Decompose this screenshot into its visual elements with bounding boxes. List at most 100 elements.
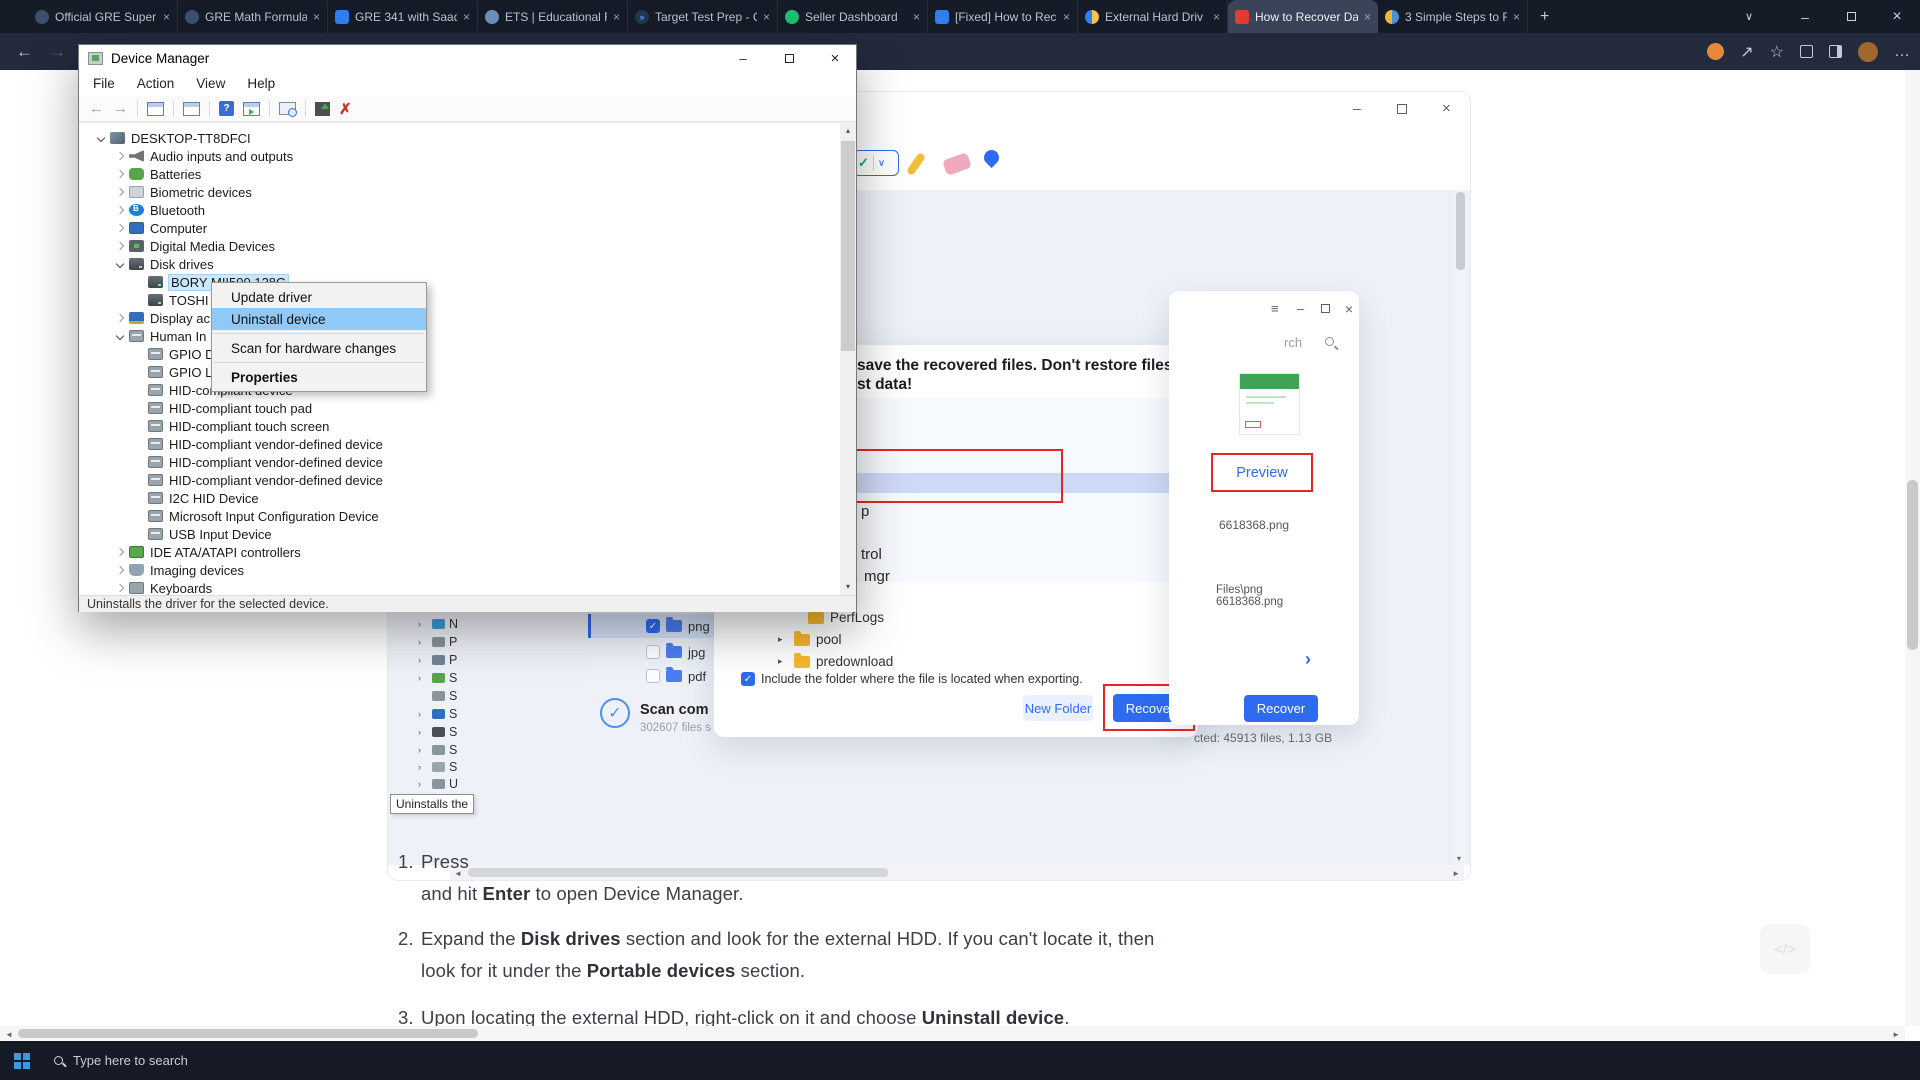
show-console-tree-icon[interactable] (147, 102, 164, 116)
settings-menu-icon[interactable]: … (1894, 43, 1910, 61)
annotation-check-button[interactable]: ✓ ∨ (853, 150, 899, 176)
tree-item-hid-vendor[interactable]: HID-compliant vendor-defined device (79, 435, 840, 453)
tree-item-digital-media[interactable]: Digital Media Devices (79, 237, 840, 255)
checkbox-checked-icon[interactable]: ✓ (646, 619, 660, 633)
page-horizontal-scrollbar[interactable]: ◄ ► (0, 1026, 1905, 1041)
tab-close-icon[interactable]: × (1063, 10, 1070, 24)
tab-external-hard-drive[interactable]: External Hard Driv× (1078, 0, 1228, 33)
checkbox-icon[interactable] (646, 645, 660, 659)
tab-close-icon[interactable]: × (313, 10, 320, 24)
close-icon[interactable]: × (1345, 301, 1353, 317)
folder-row[interactable]: ▸predownload (778, 654, 893, 669)
tree-item-hid-vendor[interactable]: HID-compliant vendor-defined device (79, 471, 840, 489)
forward-icon[interactable]: → (113, 100, 128, 117)
tab-target-test-prep[interactable]: »Target Test Prep - C× (628, 0, 778, 33)
tree-item-ide-controllers[interactable]: IDE ATA/ATAPI controllers (79, 543, 840, 561)
menu-item-scan-hardware[interactable]: Scan for hardware changes (212, 337, 426, 359)
tab-close-icon[interactable]: × (1513, 10, 1520, 24)
caret-icon[interactable]: ▸ (778, 634, 788, 645)
tab-gre-341[interactable]: GRE 341 with Saad× (328, 0, 478, 33)
tab-ets[interactable]: ETS | Educational R× (478, 0, 628, 33)
folder-row[interactable]: PerfLogs (792, 610, 884, 625)
tree-item-i2c-hid[interactable]: I2C HID Device (79, 489, 840, 507)
scan-hardware-icon[interactable] (279, 102, 296, 115)
image-thumbnail[interactable] (1239, 373, 1300, 435)
caret-icon[interactable]: ▸ (778, 656, 788, 667)
tree-item-gpio[interactable]: GPIO L (79, 363, 840, 381)
tab-close-icon[interactable]: × (763, 10, 770, 24)
scroll-up-icon[interactable]: ▴ (840, 122, 856, 139)
search-icon[interactable] (54, 1056, 63, 1065)
tab-close-icon[interactable]: × (463, 10, 470, 24)
embedded-vertical-scrollbar[interactable]: ▾ (1455, 190, 1466, 865)
forward-button[interactable]: → (49, 42, 66, 62)
menu-help[interactable]: Help (247, 76, 275, 91)
properties-icon[interactable] (183, 102, 200, 116)
tab-close-icon[interactable]: × (613, 10, 620, 24)
tab-how-to-recover[interactable]: How to Recover Da× (1228, 0, 1378, 33)
search-input[interactable]: Type here to search (73, 1053, 188, 1068)
minimize-icon[interactable]: – (1297, 301, 1304, 316)
minimize-button[interactable]: – (720, 45, 766, 71)
tab-close-icon[interactable]: × (163, 10, 170, 24)
tab-close-icon[interactable]: × (1213, 10, 1220, 24)
scroll-down-icon[interactable]: ▾ (1457, 854, 1461, 863)
tree-item-batteries[interactable]: Batteries (79, 165, 840, 183)
action-pane-icon[interactable] (243, 102, 260, 116)
tree-item-disk-drives[interactable]: Disk drives (79, 255, 840, 273)
minimize-icon[interactable]: – (1353, 100, 1361, 116)
folder-row[interactable]: ▸pool (778, 632, 842, 647)
maximize-icon[interactable] (1321, 304, 1330, 313)
tree-item-display-adapters[interactable]: Display ac (79, 309, 840, 327)
profile-avatar[interactable] (1858, 42, 1878, 62)
menu-item-update-driver[interactable]: Update driver (212, 286, 426, 308)
tree-item-toshiba-disk[interactable]: TOSHI (79, 291, 840, 309)
window-close-button[interactable]: × (1874, 0, 1920, 33)
tree-item-keyboards[interactable]: Keyboards (79, 579, 840, 595)
tree-item-imaging[interactable]: Imaging devices (79, 561, 840, 579)
next-arrow-icon[interactable]: › (1305, 649, 1311, 670)
uninstall-device-icon[interactable]: ✗ (339, 100, 352, 118)
share-icon[interactable]: ↗ (1740, 42, 1753, 62)
tab-official-gre[interactable]: Official GRE Super× (28, 0, 178, 33)
maximize-icon[interactable] (1397, 104, 1407, 114)
scroll-right-icon[interactable]: ► (1892, 1030, 1900, 1039)
close-icon[interactable]: × (1442, 100, 1451, 117)
preview-button[interactable]: Preview (1211, 453, 1313, 492)
window-minimize-button[interactable]: – (1782, 0, 1828, 33)
scrollbar-thumb[interactable] (1456, 192, 1465, 270)
tab-3-simple-steps[interactable]: 3 Simple Steps to F× (1378, 0, 1528, 33)
scrollbar-thumb[interactable] (1907, 480, 1918, 650)
menu-file[interactable]: File (93, 76, 115, 91)
eraser-tool-icon[interactable] (942, 152, 972, 176)
menu-action[interactable]: Action (137, 76, 175, 91)
tree-item-computer[interactable]: Computer (79, 219, 840, 237)
new-folder-button[interactable]: New Folder (1023, 695, 1093, 721)
sidebar-panel-icon[interactable] (1829, 45, 1842, 58)
page-vertical-scrollbar[interactable] (1905, 70, 1920, 1026)
tree-item-audio[interactable]: Audio inputs and outputs (79, 147, 840, 165)
checkbox-icon[interactable] (646, 669, 660, 683)
tree-item-human-interface[interactable]: Human In (79, 327, 840, 345)
help-icon[interactable]: ? (219, 101, 234, 116)
new-tab-button[interactable]: + (1540, 8, 1549, 26)
embedded-horizontal-scrollbar[interactable]: ◄ ► (450, 865, 1464, 880)
include-folder-option[interactable]: ✓ Include the folder where the file is l… (741, 672, 1083, 686)
extension-icon[interactable] (1707, 43, 1724, 60)
tree-item-hid-touchscreen[interactable]: HID-compliant touch screen (79, 417, 840, 435)
search-icon[interactable] (1325, 337, 1334, 346)
window-maximize-button[interactable] (1828, 0, 1874, 33)
scrollbar-thumb[interactable] (841, 141, 855, 351)
back-button[interactable]: ← (16, 42, 33, 62)
tree-item-hid-touchpad[interactable]: HID-compliant touch pad (79, 399, 840, 417)
tab-list-chevron-icon[interactable]: ∨ (1726, 0, 1772, 33)
scroll-left-icon[interactable]: ◄ (5, 1030, 13, 1039)
checkbox-checked-icon[interactable]: ✓ (741, 672, 755, 686)
menu-view[interactable]: View (196, 76, 225, 91)
tree-item-biometric[interactable]: Biometric devices (79, 183, 840, 201)
tree-item-usb-input[interactable]: USB Input Device (79, 525, 840, 543)
tab-close-icon[interactable]: × (1364, 10, 1371, 24)
tab-seller-dashboard[interactable]: Seller Dashboard× (778, 0, 928, 33)
maximize-button[interactable] (766, 45, 812, 71)
scrollbar-thumb[interactable] (18, 1029, 478, 1038)
